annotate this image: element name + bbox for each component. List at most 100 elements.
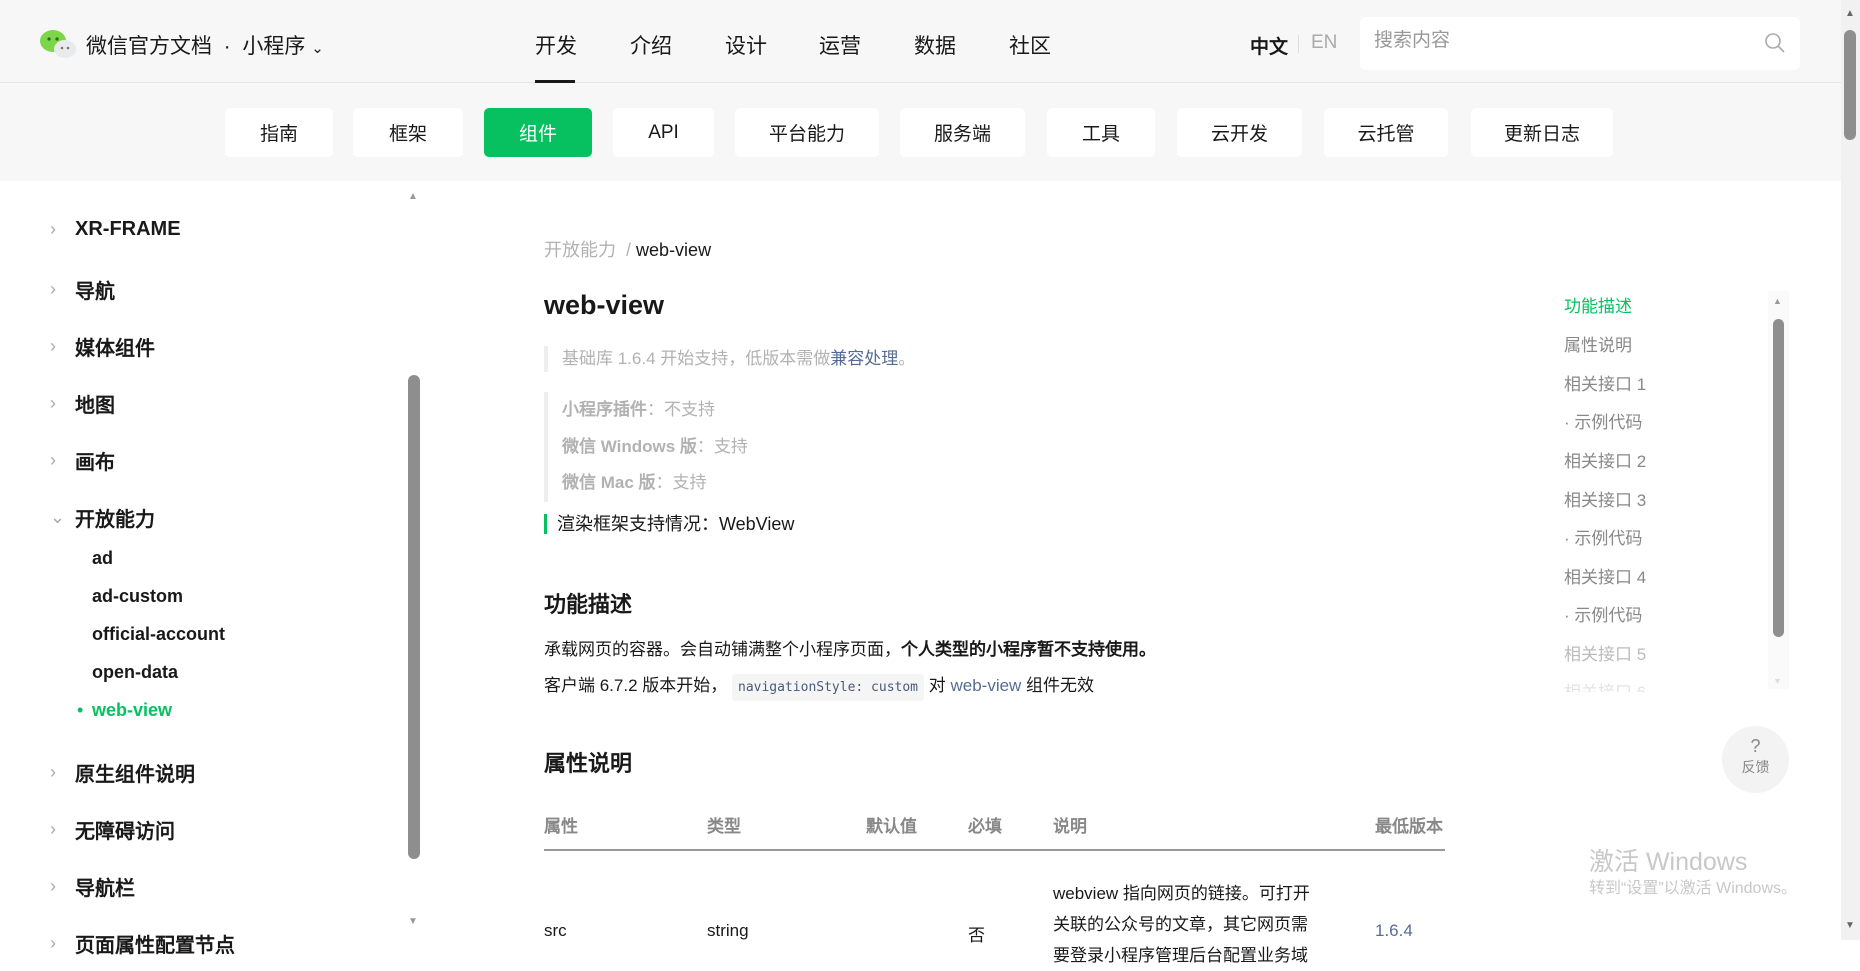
nav-data[interactable]: 数据	[914, 30, 956, 60]
desc-line: webview 指向网页的链接。可打开	[1053, 884, 1310, 903]
mac-value: ：支持	[655, 473, 707, 492]
lang-divider	[1298, 35, 1299, 53]
subnav-api[interactable]: API	[613, 108, 714, 157]
toc-item[interactable]: · 示例代码	[1564, 601, 1642, 626]
desc-text: 承载网页的容器。会自动铺满整个小程序页面，	[544, 640, 901, 659]
sidebar-scrollbar[interactable]	[408, 375, 420, 859]
desc2-mid: 对	[924, 676, 951, 695]
sidebar-item-map[interactable]: › 地图	[50, 389, 115, 418]
sidebar-item-label: 导航栏	[75, 878, 135, 900]
desc-line: 要登录小程序管理后台配置业务域	[1053, 946, 1308, 965]
toc-scrollbar[interactable]	[1773, 319, 1784, 637]
sidebar-item-accessibility[interactable]: › 无障碍访问	[50, 815, 175, 844]
nav-design[interactable]: 设计	[725, 30, 767, 60]
compat-link[interactable]: 兼容处理	[830, 349, 898, 368]
sidebar-scroll-up-icon[interactable]: ▲	[408, 191, 418, 202]
page-scroll-down-icon[interactable]: ▼	[1845, 920, 1855, 931]
sidebar-scroll-down-icon[interactable]: ▼	[408, 916, 418, 927]
wechat-logo-icon[interactable]	[38, 28, 78, 60]
chevron-right-icon: ›	[50, 219, 56, 239]
plugin-value: ：不支持	[647, 400, 715, 419]
cell-type: string	[707, 921, 749, 940]
feedback-button[interactable]: ? 反馈	[1722, 726, 1789, 793]
sidebar-sub-open-data[interactable]: open-data	[92, 662, 178, 683]
sidebar-sub-official-account[interactable]: official-account	[92, 624, 225, 645]
sidebar-item-open-ability[interactable]: ⌄ 开放能力	[50, 503, 155, 532]
windows-label: 微信 Windows 版	[562, 436, 697, 456]
nav-develop[interactable]: 开发	[535, 30, 577, 60]
sidebar-item-native-components[interactable]: › 原生组件说明	[50, 758, 195, 787]
breadcrumb-parent[interactable]: 开放能力	[544, 240, 616, 260]
sidebar-item-xr-frame[interactable]: › XR-FRAME	[50, 218, 181, 241]
active-dot-icon: •	[77, 700, 84, 720]
platform-support: 小程序插件：不支持 微信 Windows 版：支持 微信 Mac 版：支持	[544, 392, 748, 502]
page-scroll-up-icon[interactable]: ▲	[1845, 8, 1855, 19]
support-note: 基础库 1.6.4 开始支持，低版本需做兼容处理。	[544, 346, 915, 372]
th-version: 最低版本	[1375, 817, 1443, 836]
watermark-title: 激活 Windows	[1589, 848, 1748, 876]
sidebar-item-media[interactable]: › 媒体组件	[50, 332, 155, 361]
toc-item[interactable]: 相关接口 1	[1564, 370, 1646, 395]
toc-item[interactable]: 相关接口 2	[1564, 447, 1646, 472]
sidebar-item-navbar[interactable]: › 导航栏	[50, 872, 135, 901]
chevron-down-icon: ⌄	[311, 40, 324, 57]
sidebar-item-navigation[interactable]: › 导航	[50, 275, 115, 304]
sidebar-item-label: 媒体组件	[75, 338, 155, 360]
toc-item[interactable]: 相关接口 3	[1564, 486, 1646, 511]
toc-item[interactable]: 属性说明	[1564, 331, 1632, 356]
cell-required: 否	[968, 926, 985, 945]
subnav-cloud-dev[interactable]: 云开发	[1177, 108, 1302, 157]
help-icon: ?	[1750, 736, 1761, 756]
sidebar-sub-ad[interactable]: ad	[92, 548, 113, 569]
desc-line: 关联的公众号的文章，其它网页需	[1053, 915, 1308, 934]
toc-item[interactable]: 相关接口 5	[1564, 640, 1646, 665]
desc2-text: 客户端 6.7.2 版本开始，	[544, 676, 728, 695]
subnav-components[interactable]: 组件	[484, 108, 592, 157]
sidebar-item-canvas[interactable]: › 画布	[50, 446, 115, 475]
toc-item[interactable]: 相关接口 4	[1564, 563, 1646, 588]
cell-attr: src	[544, 921, 567, 940]
sidebar-sub-web-view[interactable]: web-view	[92, 700, 172, 721]
sidebar-item-label: 页面属性配置节点	[75, 935, 235, 957]
product-switcher[interactable]: 小程序	[242, 35, 305, 58]
plugin-support: 小程序插件：不支持	[562, 392, 748, 429]
render-support: 渲染框架支持情况：WebView	[544, 514, 794, 534]
search-icon[interactable]	[1764, 32, 1786, 54]
breadcrumb: 开放能力 / web-view	[544, 236, 711, 262]
subnav-guide[interactable]: 指南	[225, 108, 333, 157]
chevron-right-icon: ›	[50, 279, 56, 299]
chevron-right-icon: ›	[50, 876, 56, 896]
subnav-server[interactable]: 服务端	[900, 108, 1025, 157]
sidebar-item-page-meta[interactable]: › 页面属性配置节点	[50, 929, 235, 958]
subnav-framework[interactable]: 框架	[353, 108, 463, 157]
toc-item[interactable]: · 示例代码	[1564, 524, 1642, 549]
search-box[interactable]	[1360, 17, 1800, 70]
nav-operation[interactable]: 运营	[819, 30, 861, 60]
subnav-tools[interactable]: 工具	[1047, 108, 1155, 157]
toc-item[interactable]: 功能描述	[1564, 292, 1632, 317]
watermark-sub: 转到“设置”以激活 Windows。	[1589, 880, 1798, 897]
windows-support: 微信 Windows 版：支持	[562, 429, 748, 466]
support-text: 基础库 1.6.4 开始支持，低版本需做	[562, 349, 831, 368]
subnav-platform[interactable]: 平台能力	[735, 108, 879, 157]
chevron-right-icon: ›	[50, 393, 56, 413]
toc-scroll-up-icon[interactable]: ▲	[1773, 296, 1782, 306]
site-title[interactable]: 微信官方文档 · 小程序 ⌄	[86, 30, 324, 60]
nav-intro[interactable]: 介绍	[630, 30, 672, 60]
lang-zh[interactable]: 中文	[1250, 32, 1288, 59]
toc-item[interactable]: · 示例代码	[1564, 408, 1642, 433]
th-default: 默认值	[866, 817, 917, 836]
nav-community[interactable]: 社区	[1009, 30, 1051, 60]
search-input[interactable]	[1374, 30, 1734, 52]
toc-scroll-down-icon[interactable]: ▼	[1773, 676, 1782, 686]
web-view-link[interactable]: web-view	[950, 676, 1021, 695]
subnav-cloud-hosting[interactable]: 云托管	[1324, 108, 1448, 157]
desc-line-1: 承载网页的容器。会自动铺满整个小程序页面，个人类型的小程序暂不支持使用。	[544, 635, 1156, 660]
toc-item[interactable]: 相关接口 6	[1564, 678, 1646, 692]
chevron-right-icon: ›	[50, 450, 56, 470]
sidebar-sub-ad-custom[interactable]: ad-custom	[92, 586, 183, 607]
mac-label: 微信 Mac 版	[562, 473, 656, 492]
subnav-changelog[interactable]: 更新日志	[1471, 108, 1613, 157]
page-scrollbar[interactable]	[1844, 30, 1856, 140]
lang-en[interactable]: EN	[1311, 32, 1337, 54]
